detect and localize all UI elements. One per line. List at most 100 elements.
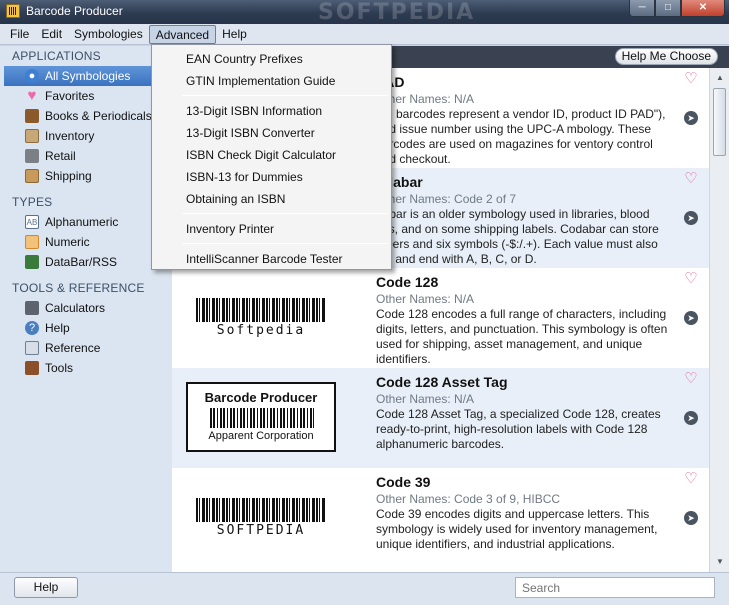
menu-item-ean-country-prefixes[interactable]: EAN Country Prefixes <box>153 48 390 70</box>
symbology-name: Code 128 <box>376 274 439 290</box>
help-icon: ? <box>25 321 39 335</box>
symbology-row[interactable]: Barcode Producer Apparent Corporation Co… <box>172 368 709 468</box>
symbology-description: dabar is an older symbology used in libr… <box>376 207 659 266</box>
register-icon <box>25 149 39 163</box>
window-title: Barcode Producer <box>26 4 123 18</box>
sidebar: APPLICATIONS ● All Symbologies ♥ Favorit… <box>0 46 172 572</box>
minimize-button[interactable]: ─ <box>629 0 655 17</box>
sidebar-item-calculators[interactable]: Calculators <box>0 298 172 318</box>
symbology-name: Code 128 Asset Tag <box>376 374 508 390</box>
calculator-icon <box>25 301 39 315</box>
sidebar-item-inventory[interactable]: Inventory <box>0 126 172 146</box>
menu-item-gtin-implementation-guide[interactable]: GTIN Implementation Guide <box>153 70 390 92</box>
app-icon <box>6 4 20 18</box>
symbology-row[interactable]: SOFTPEDIA Code 39 Other Names: Code 3 of… <box>172 468 709 568</box>
menu-item-intelliscanner-barcode-tester[interactable]: IntelliScanner Barcode Tester <box>153 248 390 270</box>
sidebar-item-label: Alphanumeric <box>45 215 119 229</box>
bottom-bar: Help <box>0 572 729 605</box>
sidebar-item-shipping[interactable]: Shipping <box>0 166 172 186</box>
sidebar-item-numeric[interactable]: Numeric <box>0 232 172 252</box>
title-bar: Barcode Producer SOFTPEDIA ─ □ ✕ <box>0 0 729 25</box>
symbology-description: Code 39 encodes digits and uppercase let… <box>376 507 658 551</box>
sidebar-item-label: Shipping <box>45 169 92 183</box>
search-input[interactable] <box>515 577 715 598</box>
book-icon <box>25 109 39 123</box>
sidebar-item-books-periodicals[interactable]: Books & Periodicals <box>0 106 172 126</box>
scroll-down-icon[interactable]: ▼ <box>713 555 727 569</box>
menu-item-obtaining-an-isbn[interactable]: Obtaining an ISBN <box>153 188 390 210</box>
symbology-row[interactable]: Softpedia Code 128 Other Names: N/A Code… <box>172 268 709 368</box>
databar-icon <box>25 255 39 269</box>
advanced-menu-dropdown: EAN Country Prefixes GTIN Implementation… <box>151 44 392 270</box>
close-button[interactable]: ✕ <box>681 0 725 17</box>
favorite-heart-icon[interactable]: ♡ <box>683 71 699 87</box>
favorite-heart-icon[interactable]: ♡ <box>683 271 699 287</box>
sidebar-item-help[interactable]: ? Help <box>0 318 172 338</box>
scroll-up-icon[interactable]: ▲ <box>713 71 727 85</box>
go-arrow-icon[interactable]: ➤ <box>684 211 698 225</box>
menu-help[interactable]: Help <box>216 24 253 44</box>
clipboard-icon <box>25 129 39 143</box>
numeric-icon <box>25 235 39 249</box>
sidebar-item-label: Tools <box>45 361 74 375</box>
menu-item-inventory-printer[interactable]: Inventory Printer <box>153 218 390 240</box>
sidebar-item-alphanumeric[interactable]: AB Alphanumeric <box>0 212 172 232</box>
heart-icon: ♥ <box>27 87 37 104</box>
sidebar-item-databar-rss[interactable]: DataBar/RSS <box>0 252 172 272</box>
reference-icon <box>25 341 39 355</box>
go-arrow-icon[interactable]: ➤ <box>684 511 698 525</box>
vertical-scrollbar[interactable]: ▲ ▼ <box>709 68 729 572</box>
alphanumeric-icon: AB <box>25 215 39 229</box>
menu-advanced[interactable]: Advanced <box>148 25 217 44</box>
barcode-bars <box>196 298 326 322</box>
menu-file[interactable]: File <box>4 24 35 44</box>
sidebar-item-label: Inventory <box>45 129 95 143</box>
sidebar-item-label: Books & Periodicals <box>45 109 152 123</box>
barcode-caption: SOFTPEDIA <box>216 523 306 538</box>
barcode-bars <box>210 408 314 428</box>
sidebar-item-label: Calculators <box>45 301 106 315</box>
scroll-thumb[interactable] <box>713 88 726 156</box>
watermark-text: SOFTPEDIA <box>318 0 476 25</box>
menu-item-isbn-check-digit-calculator[interactable]: ISBN Check Digit Calculator <box>153 144 390 166</box>
help-me-choose-button[interactable]: Help Me Choose <box>614 48 718 65</box>
menu-item-13-digit-isbn-converter[interactable]: 13-Digit ISBN Converter <box>153 122 390 144</box>
sidebar-item-label: DataBar/RSS <box>45 255 118 269</box>
symbology-other-names: Other Names: Code 3 of 9, HIBCC <box>376 492 561 506</box>
sidebar-item-label: All Symbologies <box>45 69 131 83</box>
section-applications: APPLICATIONS <box>12 49 101 63</box>
symbology-description: Code 128 encodes a full range of charact… <box>376 307 668 366</box>
favorite-heart-icon[interactable]: ♡ <box>683 471 699 487</box>
favorite-heart-icon[interactable]: ♡ <box>683 171 699 187</box>
symbology-description: Code 128 Asset Tag, a specialized Code 1… <box>376 407 661 451</box>
maximize-button[interactable]: □ <box>655 0 681 17</box>
section-types: TYPES <box>12 195 53 209</box>
menu-edit[interactable]: Edit <box>35 24 68 44</box>
menu-bar: File Edit Symbologies Advanced Help <box>0 24 729 45</box>
favorite-heart-icon[interactable]: ♡ <box>683 371 699 387</box>
section-tools-reference: TOOLS & REFERENCE <box>12 281 145 295</box>
sidebar-item-all-symbologies[interactable]: ● All Symbologies <box>4 66 172 86</box>
sidebar-item-retail[interactable]: Retail <box>0 146 172 166</box>
help-button[interactable]: Help <box>14 577 78 598</box>
go-arrow-icon[interactable]: ➤ <box>684 311 698 325</box>
symbology-description: AD barcodes represent a vendor ID, produ… <box>376 107 666 166</box>
go-arrow-icon[interactable]: ➤ <box>684 111 698 125</box>
sidebar-item-label: Favorites <box>45 89 95 103</box>
go-arrow-icon[interactable]: ➤ <box>684 411 698 425</box>
symbology-other-names: Other Names: Code 2 of 7 <box>376 192 517 206</box>
globe-icon: ● <box>25 69 39 83</box>
sidebar-item-reference[interactable]: Reference <box>0 338 172 358</box>
menu-item-isbn-13-for-dummies[interactable]: ISBN-13 for Dummies <box>153 166 390 188</box>
barcode-caption: Softpedia <box>216 323 306 338</box>
sidebar-item-favorites[interactable]: ♥ Favorites <box>0 86 172 106</box>
symbology-name: Code 39 <box>376 474 431 490</box>
symbology-other-names: Other Names: N/A <box>376 292 475 306</box>
box-icon <box>25 169 39 183</box>
sidebar-item-tools[interactable]: Tools <box>0 358 172 378</box>
barcode-bars <box>196 498 326 522</box>
menu-item-13-digit-isbn-information[interactable]: 13-Digit ISBN Information <box>153 100 390 122</box>
barcode-preview: SOFTPEDIA <box>196 498 326 538</box>
asset-tag-preview: Barcode Producer Apparent Corporation <box>186 382 336 452</box>
menu-symbologies[interactable]: Symbologies <box>68 24 149 44</box>
